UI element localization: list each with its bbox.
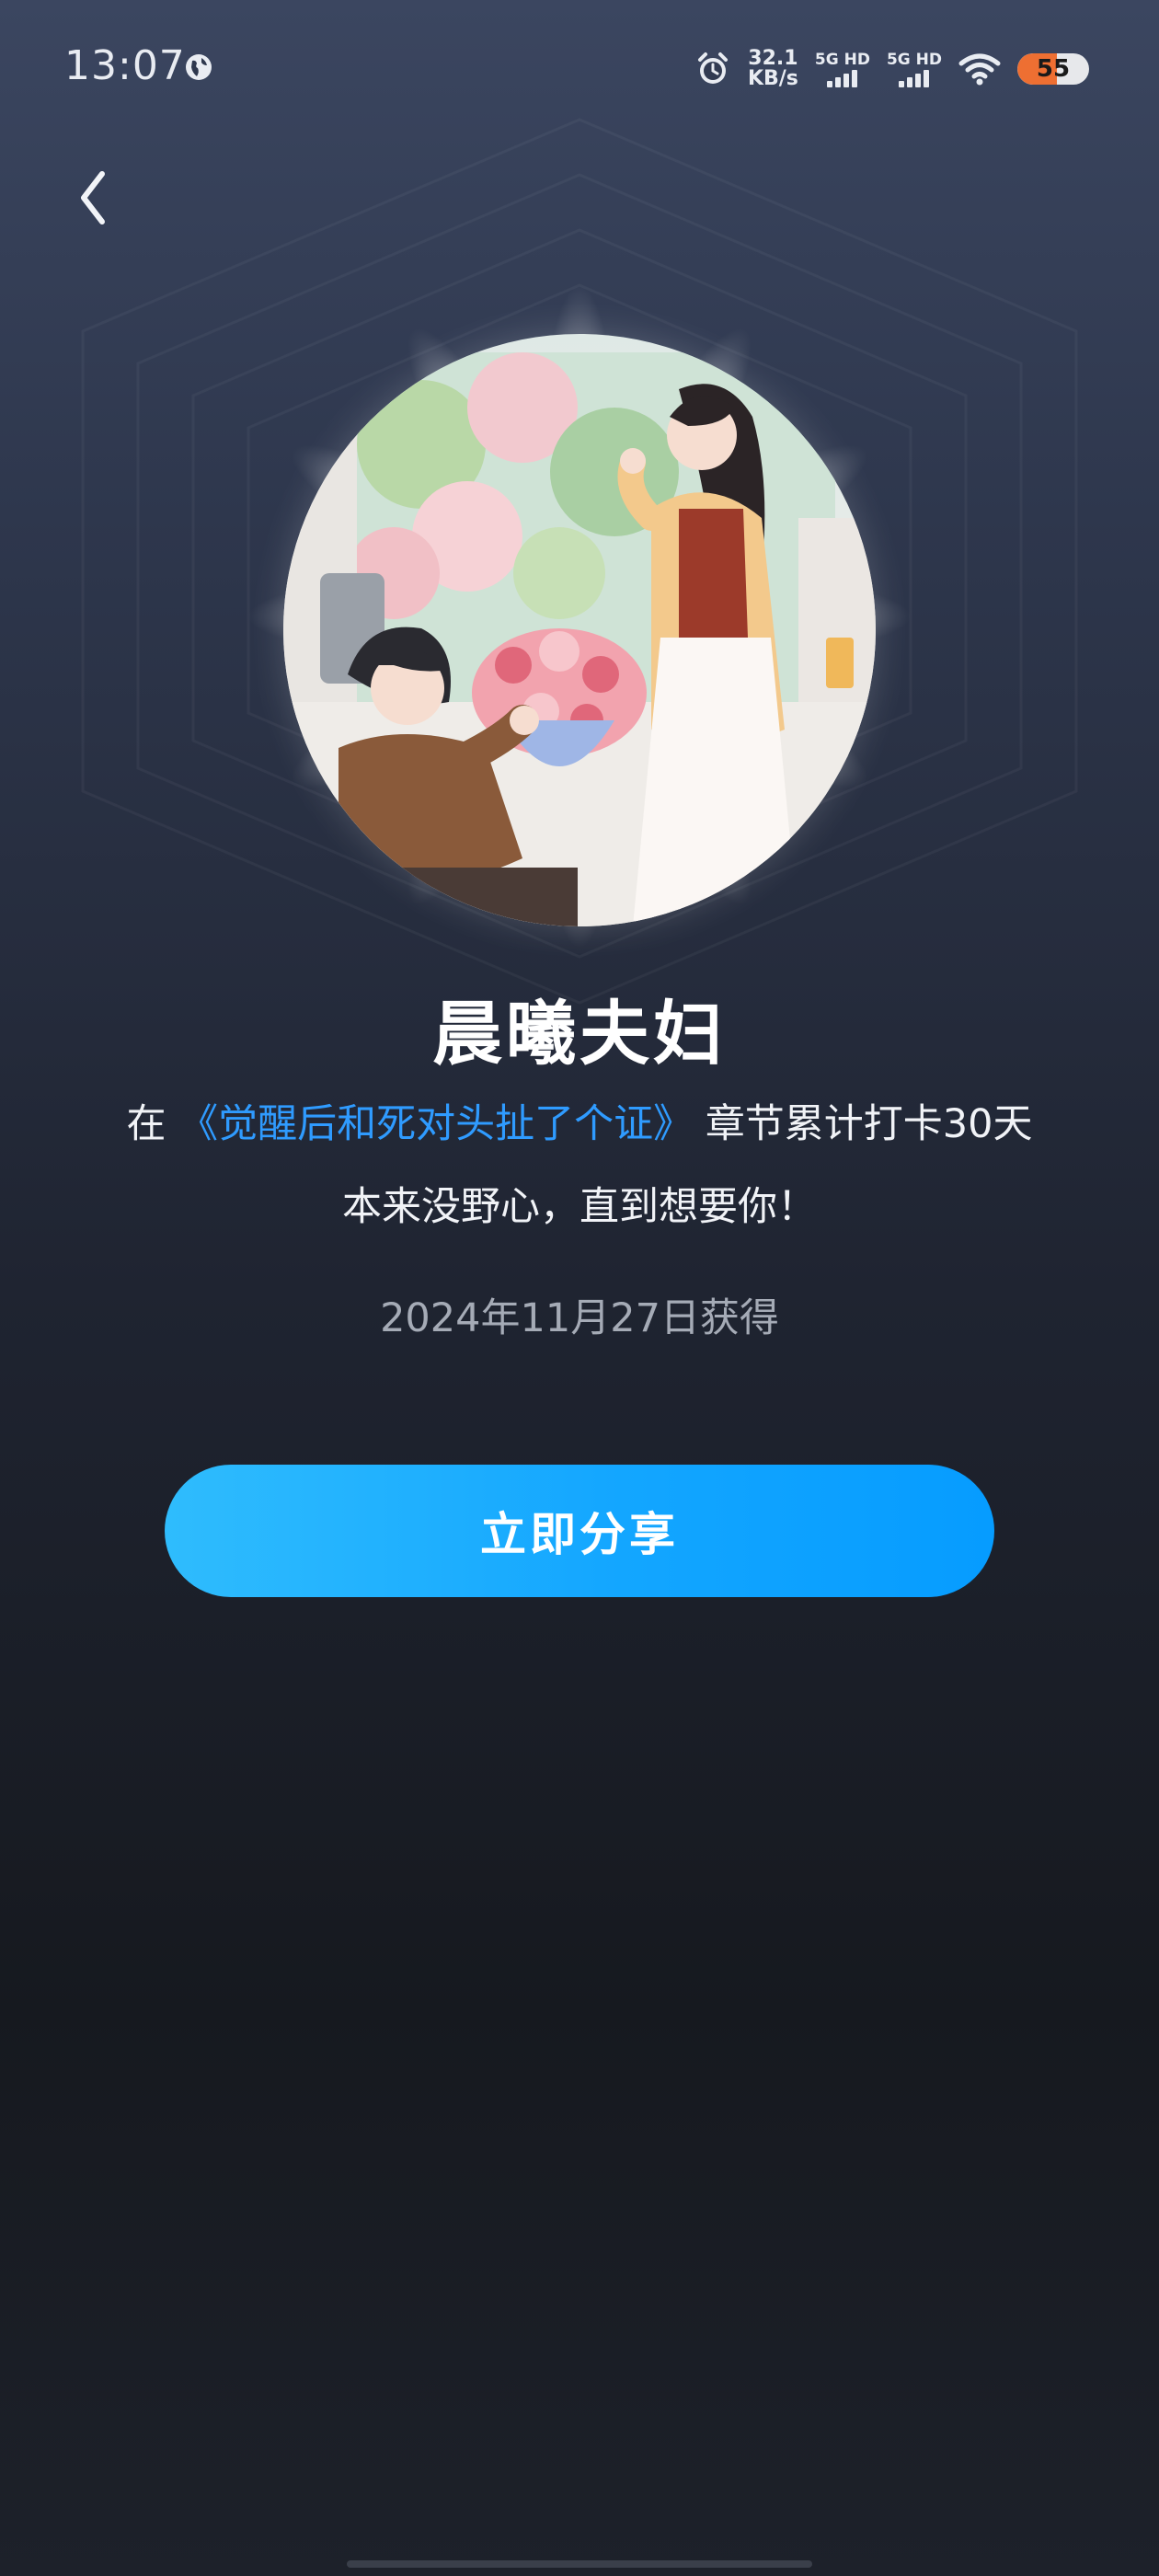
- network-speed: 32.1 KB/s: [748, 49, 798, 89]
- sim2-signal: 5G HD: [887, 51, 942, 87]
- status-time: 13:07: [64, 42, 186, 89]
- badge-description: 在 《觉醒后和死对头扯了个证》 章节累计打卡30天: [0, 1092, 1159, 1149]
- badge-quote: 本来没野心，直到想要你！: [342, 1184, 817, 1230]
- badge-description-prefix: 在: [126, 1101, 166, 1147]
- status-icons: 32.1 KB/s 5G HD 5G HD 55: [694, 46, 1089, 92]
- couple-illustration: [283, 334, 876, 926]
- alarm-icon: [697, 52, 728, 84]
- share-button[interactable]: 立即分享: [165, 1465, 994, 1597]
- sim1-signal: 5G HD: [815, 51, 870, 87]
- signal-bars-icon: [899, 69, 930, 87]
- badge-description-suffix: 章节累计打卡30天: [705, 1101, 1033, 1147]
- home-indicator[interactable]: [347, 2560, 812, 2568]
- book-title-link[interactable]: 《觉醒后和死对头扯了个证》: [178, 1101, 693, 1147]
- battery-level: 55: [1036, 55, 1071, 83]
- badge-title: 晨曦夫妇: [432, 993, 727, 1075]
- network-speed-unit: KB/s: [747, 67, 798, 90]
- globe-icon: [186, 54, 212, 80]
- battery-indicator: 55: [1017, 53, 1089, 85]
- badge-illustration: [283, 334, 876, 926]
- signal-bars-icon: [827, 69, 858, 87]
- wifi-icon: [958, 53, 1001, 86]
- network-speed-value: 32.1: [748, 47, 798, 70]
- sim1-label: 5G HD: [814, 51, 870, 69]
- badge-earned-date: 2024年11月27日获得: [380, 1295, 779, 1341]
- sim2-label: 5G HD: [886, 51, 942, 69]
